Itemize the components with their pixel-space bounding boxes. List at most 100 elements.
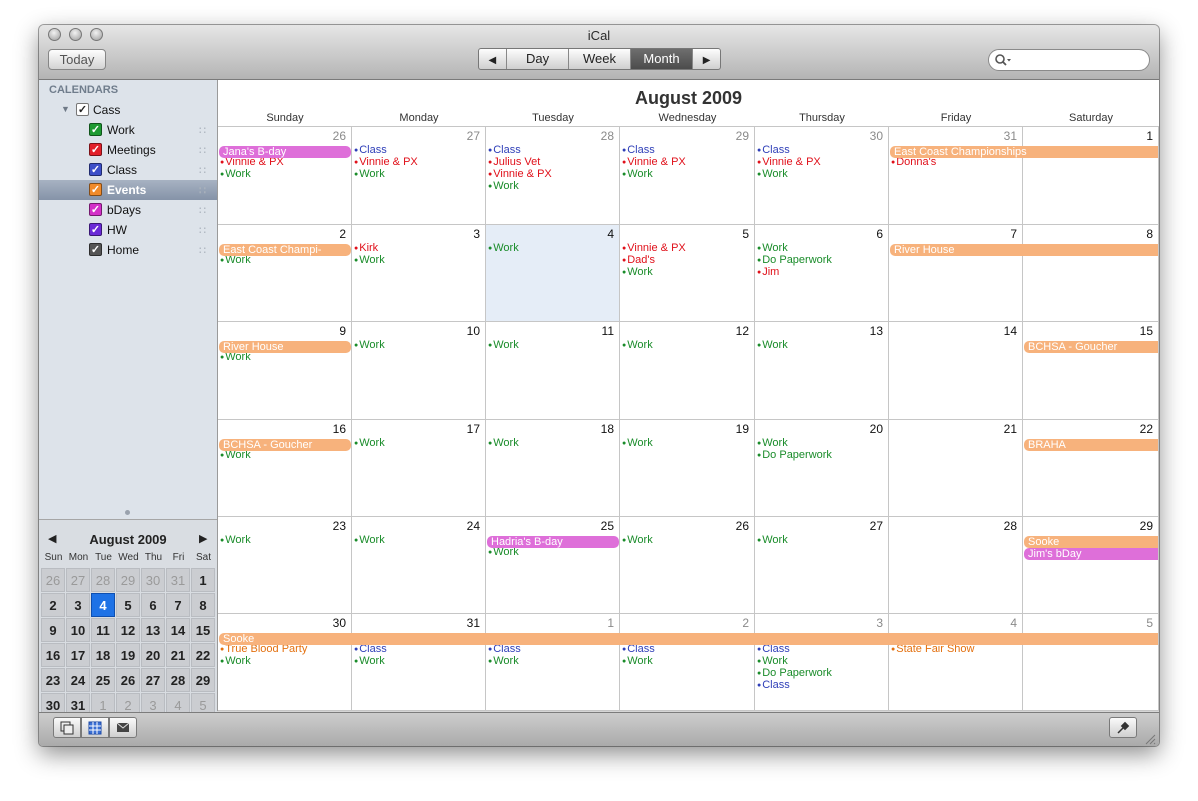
day-cell[interactable]: 15 (1023, 322, 1159, 420)
day-cell[interactable]: 10 Work (352, 322, 486, 420)
calendar-event[interactable]: Work (757, 655, 787, 667)
view-month-button[interactable]: Month (630, 49, 694, 69)
day-cell[interactable]: 8 (1023, 225, 1159, 322)
day-cell[interactable]: 16Work (218, 420, 352, 517)
calendar-event[interactable]: Vinnie & PX (488, 168, 552, 180)
mini-day[interactable]: 17 (66, 643, 90, 667)
calendar-checkbox-icon[interactable]: ✓ (89, 163, 102, 176)
calendar-event[interactable]: Work (488, 339, 518, 351)
mini-day[interactable]: 26 (41, 568, 65, 592)
calendar-event[interactable]: Work (757, 242, 787, 254)
mini-day-today[interactable]: 4 (91, 593, 115, 617)
sidebar-resize-handle[interactable] (125, 510, 130, 515)
calendar-event[interactable]: Work (757, 534, 787, 546)
mini-day[interactable]: 23 (41, 668, 65, 692)
day-cell[interactable]: 31Donna's (889, 127, 1023, 225)
mini-day[interactable]: 31 (166, 568, 190, 592)
calendar-event[interactable]: Work (220, 534, 250, 546)
day-cell[interactable]: 22 (1023, 420, 1159, 517)
all-day-event[interactable]: Sooke (219, 633, 1158, 645)
all-day-event[interactable]: River House (219, 341, 351, 353)
day-cell[interactable]: 4 Work (486, 225, 620, 322)
mini-day[interactable]: 15 (191, 618, 215, 642)
day-cell[interactable]: 4State Fair Show (889, 614, 1023, 711)
previous-month-button[interactable]: ◀ (479, 49, 507, 69)
search-input[interactable] (1011, 52, 1145, 68)
today-button[interactable]: Today (48, 49, 106, 70)
mini-day[interactable]: 27 (66, 568, 90, 592)
next-month-button[interactable]: ▶ (693, 49, 720, 69)
calendar-event[interactable]: Work (354, 168, 384, 180)
sidebar-calendar-hw[interactable]: ✓ HW ∷ (39, 220, 217, 240)
calendar-checkbox-icon[interactable]: ✓ (89, 203, 102, 216)
calendar-event[interactable]: Work (354, 534, 384, 546)
view-week-button[interactable]: Week (569, 49, 631, 69)
mini-day[interactable]: 9 (41, 618, 65, 642)
calendar-event[interactable]: Work (622, 339, 652, 351)
calendar-event[interactable]: Work (757, 437, 787, 449)
mini-day[interactable]: 19 (116, 643, 140, 667)
day-cell[interactable]: 13 Work (755, 322, 889, 420)
day-cell[interactable]: 6 WorkDo PaperworkJim (755, 225, 889, 322)
day-cell[interactable]: 20 WorkDo Paperwork (755, 420, 889, 517)
mini-day[interactable]: 3 (66, 593, 90, 617)
calendar-event[interactable]: Vinnie & PX (622, 242, 686, 254)
day-cell[interactable]: 1ClassWork (486, 614, 620, 711)
mini-day[interactable]: 22 (191, 643, 215, 667)
day-cell[interactable]: 2Work (218, 225, 352, 322)
all-day-event[interactable]: Hadria's B-day (487, 536, 619, 548)
mini-day[interactable]: 28 (166, 668, 190, 692)
mini-day[interactable]: 27 (141, 668, 165, 692)
mini-next-month-button[interactable]: ▶ (199, 532, 207, 545)
all-day-event[interactable]: BCHSA - Goucher (219, 439, 351, 451)
mini-day[interactable]: 29 (116, 568, 140, 592)
day-cell[interactable]: 29 ClassVinnie & PXWork (620, 127, 755, 225)
calendar-checkbox-icon[interactable]: ✓ (89, 143, 102, 156)
day-cell[interactable]: 28 ClassJulius VetVinnie & PXWork (486, 127, 620, 225)
mini-day[interactable]: 18 (91, 643, 115, 667)
day-cell[interactable]: 31ClassWork (352, 614, 486, 711)
sidebar-calendar-work[interactable]: ✓ Work ∷ (39, 120, 217, 140)
day-cell[interactable]: 9Work (218, 322, 352, 420)
calendar-event[interactable]: Do Paperwork (757, 667, 832, 679)
pin-button[interactable] (1109, 717, 1137, 738)
mini-day[interactable]: 20 (141, 643, 165, 667)
day-cell[interactable]: 5 (1023, 614, 1159, 711)
calendar-checkbox-icon[interactable]: ✓ (89, 123, 102, 136)
calendar-event[interactable]: Work (354, 437, 384, 449)
show-calendars-button[interactable] (53, 717, 81, 738)
day-cell[interactable]: 25Work (486, 517, 620, 614)
checkbox-icon[interactable]: ✓ (76, 103, 89, 116)
all-day-event[interactable]: Sooke (1024, 536, 1158, 548)
calendar-event[interactable]: Work (354, 655, 384, 667)
day-cell[interactable]: 7 (889, 225, 1023, 322)
calendar-event[interactable]: Class (488, 144, 521, 156)
mini-day[interactable]: 26 (116, 668, 140, 692)
day-cell[interactable]: 23 Work (218, 517, 352, 614)
notifications-button[interactable] (109, 717, 137, 738)
mini-day[interactable]: 6 (141, 593, 165, 617)
calendar-event[interactable]: Work (622, 168, 652, 180)
view-day-button[interactable]: Day (507, 49, 570, 69)
day-cell[interactable]: 21 (889, 420, 1023, 517)
mini-day[interactable]: 14 (166, 618, 190, 642)
sidebar-calendar-home[interactable]: ✓ Home ∷ (39, 240, 217, 260)
calendar-event[interactable]: Work (488, 437, 518, 449)
calendar-checkbox-icon[interactable]: ✓ (89, 223, 102, 236)
calendar-event[interactable]: Work (220, 168, 250, 180)
day-cell[interactable]: 5 Vinnie & PXDad'sWork (620, 225, 755, 322)
calendar-event[interactable]: Vinnie & PX (354, 156, 418, 168)
all-day-event[interactable]: River House (890, 244, 1158, 256)
calendar-event[interactable]: Vinnie & PX (622, 156, 686, 168)
day-cell[interactable]: 14 (889, 322, 1023, 420)
day-cell[interactable]: 11 Work (486, 322, 620, 420)
all-day-event[interactable]: BCHSA - Goucher (1024, 341, 1158, 353)
all-day-event[interactable]: BRAHA (1024, 439, 1158, 451)
sidebar-calendar-meetings[interactable]: ✓ Meetings ∷ (39, 140, 217, 160)
mini-day[interactable]: 11 (91, 618, 115, 642)
day-cell[interactable]: 17 Work (352, 420, 486, 517)
all-day-event[interactable]: Jana's B-day (219, 146, 351, 158)
calendar-event[interactable]: Class (757, 144, 790, 156)
calendar-event[interactable]: Vinnie & PX (757, 156, 821, 168)
calendar-event[interactable]: Work (622, 655, 652, 667)
